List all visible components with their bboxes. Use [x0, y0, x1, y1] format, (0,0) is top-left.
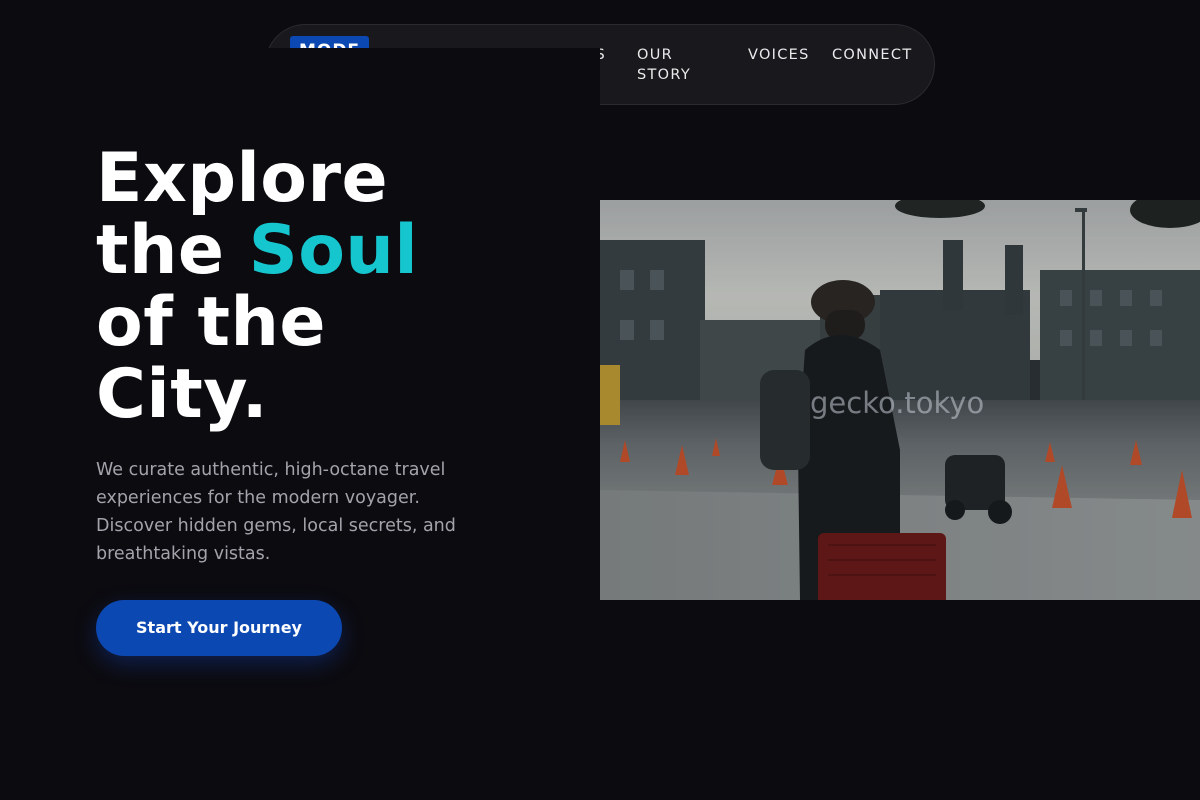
hero-title-line-1: Explore	[96, 139, 389, 218]
hero-title-line-4: City.	[96, 355, 269, 434]
hero-description: We curate authentic, high-octane travel …	[96, 460, 456, 564]
start-journey-button[interactable]: Start Your Journey	[96, 600, 342, 656]
hero-title: Explore the Soul of the City.	[96, 143, 418, 431]
page: MODE DESTINATIONS OUR STORY VOICES CONNE…	[0, 0, 1200, 800]
hero-title-line-2-prefix: the	[96, 211, 249, 290]
nav-link-connect[interactable]: CONNECT	[832, 45, 912, 65]
hero-photo: gecko.tokyo	[600, 200, 1200, 600]
hero-title-accent-word: Soul	[248, 211, 419, 290]
nav-link-our-story[interactable]: OUR STORY	[637, 45, 707, 85]
hero-title-line-3: of the	[96, 283, 327, 362]
photo-watermark: gecko.tokyo	[810, 386, 985, 420]
nav-link-voices[interactable]: VOICES	[748, 45, 810, 65]
